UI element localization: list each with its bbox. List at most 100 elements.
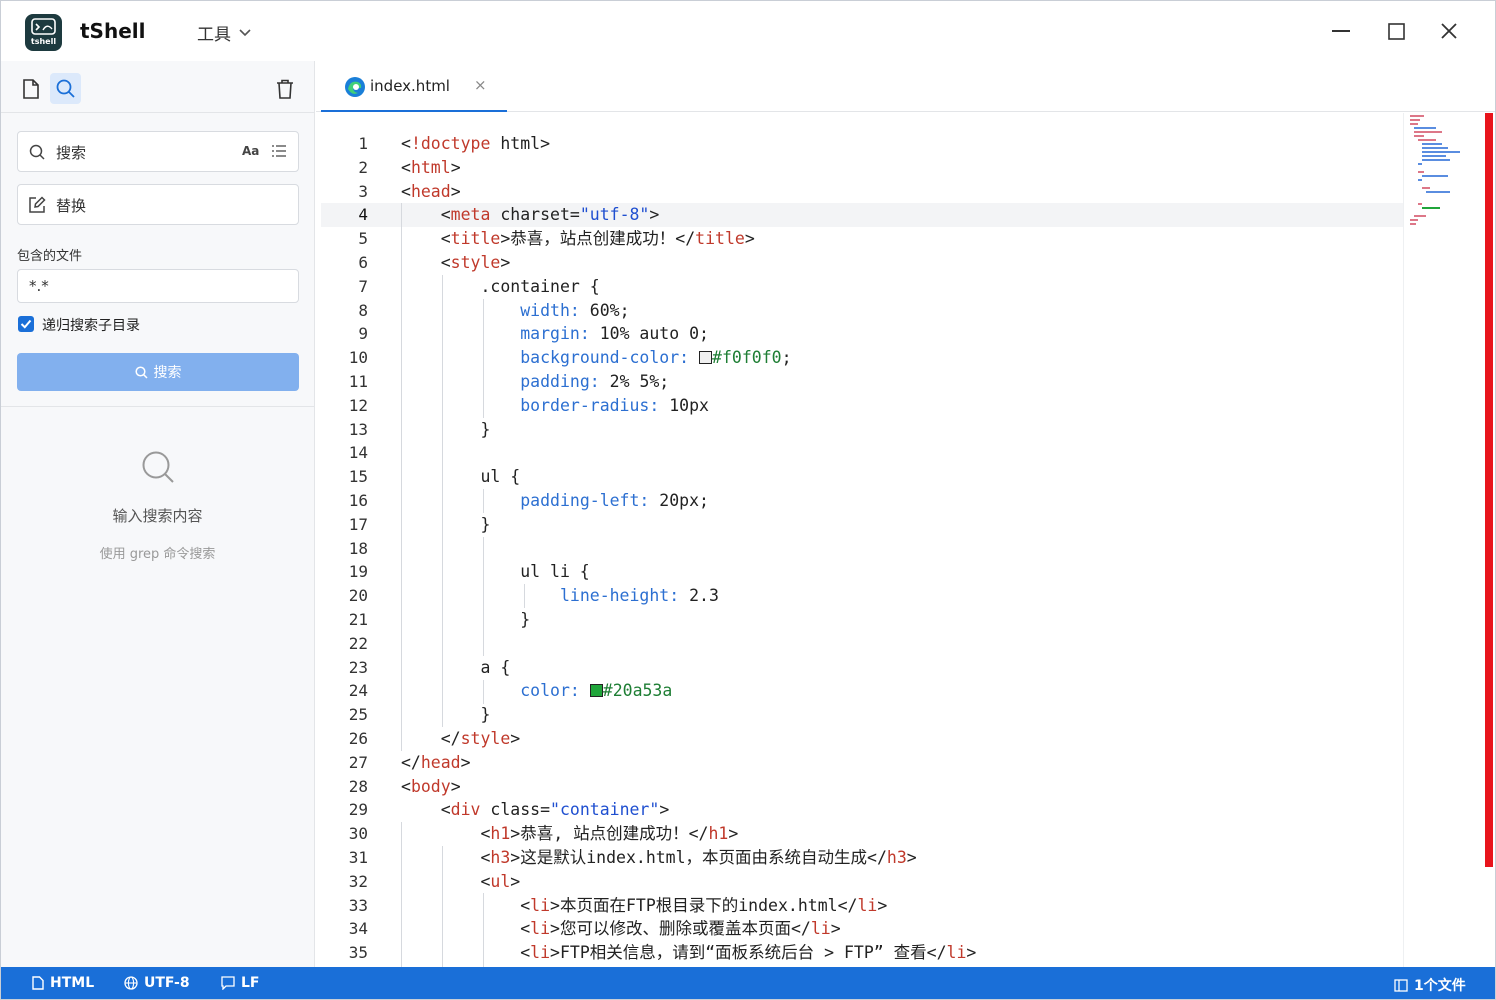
line-number: 16	[348, 490, 368, 510]
tools-menu[interactable]: 工具	[197, 20, 251, 45]
code-line[interactable]: padding-left: 20px;	[401, 489, 976, 513]
tab-close-button[interactable]: ×	[474, 76, 487, 94]
include-files-field[interactable]: *.*	[17, 269, 299, 303]
code-line[interactable]: color: #20a53a	[401, 679, 976, 703]
line-number: 34	[348, 919, 368, 939]
search-input[interactable]: 搜索	[56, 142, 86, 163]
include-files-label: 包含的文件	[17, 249, 83, 264]
code-line[interactable]: ul {	[401, 465, 976, 489]
minimap-preview	[1410, 115, 1460, 225]
tab-bar: index.html ×	[316, 61, 1495, 112]
line-number: 15	[348, 467, 368, 487]
minimap[interactable]	[1403, 113, 1483, 967]
sidebar-divider	[1, 406, 314, 407]
line-number: 12	[348, 395, 368, 415]
search-field[interactable]: 搜索 Aa	[17, 131, 299, 172]
line-number: 5	[358, 229, 368, 249]
language-mode[interactable]: HTML	[32, 975, 94, 991]
maximize-button[interactable]	[1378, 13, 1414, 49]
line-number: 6	[358, 252, 368, 272]
sidebar: 搜索 Aa 替换 包含的文件 *.* 递归搜索子目录 搜索 输入搜索内容 使用 …	[1, 61, 315, 967]
search-panel-button[interactable]	[50, 73, 81, 104]
color-swatch[interactable]	[699, 351, 713, 365]
line-number: 30	[348, 824, 368, 844]
sidebar-toolbar	[1, 61, 314, 113]
code-line[interactable]: <style>	[401, 251, 976, 275]
empty-state-subtitle: 使用 grep 命令搜索	[99, 547, 216, 562]
recursive-label[interactable]: 递归搜索子目录	[42, 315, 140, 335]
code-line[interactable]: border-radius: 10px	[401, 394, 976, 418]
encoding-label: UTF-8	[144, 975, 190, 991]
replace-field[interactable]: 替换	[17, 184, 299, 225]
line-number: 13	[348, 419, 368, 439]
line-number: 28	[348, 776, 368, 796]
status-bar: HTML UTF-8 LF 1个文件	[1, 967, 1495, 999]
replace-input[interactable]: 替换	[56, 195, 86, 216]
code-line[interactable]: <ul>	[401, 870, 976, 894]
code-line[interactable]: }	[401, 418, 976, 442]
code-line[interactable]: <h3>这是默认index.html，本页面由系统自动生成</h3>	[401, 846, 976, 870]
code-line[interactable]	[401, 632, 976, 656]
code-line[interactable]	[401, 441, 976, 465]
code-editor[interactable]: 1 2 3 4 5 6 7 8 9 10 11 12 13 14 15 16 17 18 19 20 21 22 23 24 2…	[316, 113, 1403, 967]
code-lines[interactable]: <!doctype html> <html> <head> <meta charse…	[401, 132, 976, 965]
code-line[interactable]: <body>	[401, 775, 976, 799]
code-line[interactable]	[401, 537, 976, 561]
code-line[interactable]: <html>	[401, 156, 976, 180]
line-number: 8	[358, 300, 368, 320]
code-line[interactable]: <meta charset="utf-8">	[401, 203, 976, 227]
list-icon[interactable]	[272, 144, 286, 158]
code-line[interactable]: }	[401, 608, 976, 632]
code-line[interactable]: line-height: 2.3	[401, 584, 976, 608]
code-line[interactable]: padding: 2% 5%;	[401, 370, 976, 394]
file-icon	[32, 976, 44, 990]
minimize-icon	[1332, 30, 1350, 32]
close-icon	[1441, 23, 1457, 39]
code-line[interactable]: a {	[401, 656, 976, 680]
minimize-button[interactable]	[1323, 13, 1359, 49]
encoding-selector[interactable]: UTF-8	[124, 975, 190, 991]
code-line[interactable]: background-color: #f0f0f0;	[401, 346, 976, 370]
line-ending-selector[interactable]: LF	[221, 975, 259, 991]
clear-button[interactable]	[269, 73, 300, 104]
line-number: 24	[348, 681, 368, 701]
line-number: 11	[348, 371, 368, 391]
tab-index-html[interactable]: index.html ×	[321, 61, 507, 112]
code-line[interactable]: <head>	[401, 180, 976, 204]
edge-browser-icon	[345, 77, 365, 97]
maximize-icon	[1387, 22, 1405, 40]
color-swatch[interactable]	[589, 684, 603, 698]
code-line[interactable]: margin: 10% auto 0;	[401, 322, 976, 346]
line-number: 35	[348, 943, 368, 963]
code-line[interactable]: <h1>恭喜, 站点创建成功！</h1>	[401, 822, 976, 846]
code-line[interactable]: .container {	[401, 275, 976, 299]
overview-ruler-marker[interactable]	[1485, 113, 1493, 867]
file-count[interactable]: 1个文件	[1394, 975, 1466, 995]
line-number: 4	[358, 205, 368, 225]
code-line[interactable]: <title>恭喜，站点创建成功！</title>	[401, 227, 976, 251]
code-line[interactable]: }	[401, 703, 976, 727]
code-line[interactable]: }	[401, 513, 976, 537]
tools-menu-label: 工具	[197, 25, 231, 45]
close-window-button[interactable]	[1431, 13, 1467, 49]
line-number: 23	[348, 657, 368, 677]
code-line[interactable]: <div class="container">	[401, 798, 976, 822]
file-count-label: 1个文件	[1414, 978, 1466, 994]
line-number: 22	[348, 633, 368, 653]
include-files-input[interactable]: *.*	[29, 277, 49, 295]
code-line[interactable]: <li>本页面在FTP根目录下的index.html</li>	[401, 894, 976, 918]
code-line[interactable]: </style>	[401, 727, 976, 751]
code-line[interactable]: </head>	[401, 751, 976, 775]
search-button[interactable]: 搜索	[17, 353, 299, 391]
line-number: 14	[348, 443, 368, 463]
code-line[interactable]: <li>您可以修改、删除或覆盖本页面</li>	[401, 917, 976, 941]
code-line[interactable]: <!doctype html>	[401, 132, 976, 156]
explorer-button[interactable]	[15, 73, 46, 104]
code-line[interactable]: ul li {	[401, 560, 976, 584]
globe-icon	[124, 976, 138, 990]
code-line[interactable]: <li>FTP相关信息，请到“面板系统后台 > FTP” 查看</li>	[401, 941, 976, 965]
recursive-checkbox[interactable]	[18, 316, 34, 332]
match-case-toggle[interactable]: Aa	[242, 144, 259, 158]
line-number: 2	[358, 157, 368, 177]
code-line[interactable]: width: 60%;	[401, 299, 976, 323]
